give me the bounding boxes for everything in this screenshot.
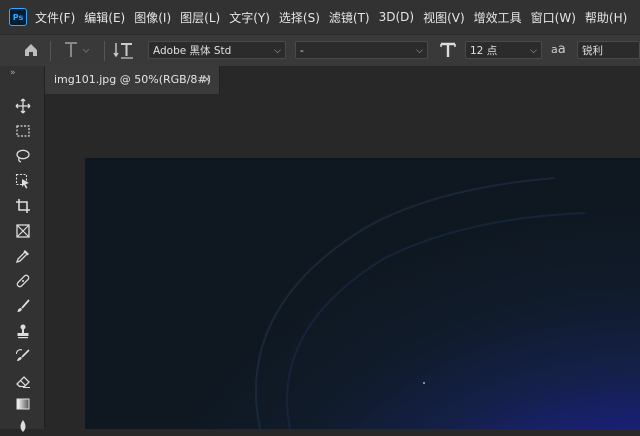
document-tab[interactable]: img101.jpg @ 50%(RGB/8#) × — [45, 66, 220, 94]
chevron-down-icon: ⌵ — [416, 46, 423, 56]
menu-3d[interactable]: 3D(D) — [379, 10, 414, 24]
toggle-text-orientation-icon[interactable] — [113, 40, 135, 64]
blur-tool-icon[interactable] — [12, 416, 34, 436]
brush-tool-icon[interactable] — [12, 296, 34, 316]
font-family-value: Adobe 黑体 Std — [153, 45, 232, 57]
menu-bar: Ps 文件(F) 编辑(E) 图像(I) 图层(L) 文字(Y) 选择(S) 滤… — [0, 0, 640, 34]
anti-alias-icon: aa — [551, 42, 566, 57]
crop-tool-icon[interactable] — [12, 196, 34, 216]
gradient-tool-icon[interactable] — [12, 394, 34, 414]
document-canvas[interactable] — [85, 158, 640, 429]
menu-edit[interactable]: 编辑(E) — [84, 9, 125, 26]
move-tool-icon[interactable] — [12, 96, 34, 116]
frame-tool-icon[interactable] — [12, 221, 34, 241]
eraser-tool-icon[interactable] — [12, 371, 34, 391]
workspace — [45, 94, 640, 429]
font-family-dropdown[interactable]: Adobe 黑体 Std ⌵ — [148, 41, 286, 59]
history-brush-tool-icon[interactable] — [12, 346, 34, 366]
healing-brush-tool-icon[interactable] — [12, 271, 34, 291]
chevron-down-icon: ⌵ — [530, 46, 537, 56]
close-icon[interactable]: × — [202, 72, 212, 86]
menu-window[interactable]: 窗口(W) — [531, 9, 576, 26]
menu-filter[interactable]: 滤镜(T) — [329, 9, 370, 26]
type-tool-preset-icon[interactable] — [62, 39, 92, 65]
menu-view[interactable]: 视图(V) — [423, 9, 465, 26]
chevron-down-icon: ⌵ — [274, 46, 281, 56]
menu-layer[interactable]: 图层(L) — [180, 9, 220, 26]
menu-type[interactable]: 文字(Y) — [229, 9, 270, 26]
font-size-icon — [438, 40, 458, 64]
menu-select[interactable]: 选择(S) — [279, 9, 320, 26]
font-style-value: - — [300, 45, 304, 57]
menu-file[interactable]: 文件(F) — [35, 9, 75, 26]
collapse-panel-icon[interactable]: » — [10, 68, 16, 78]
anti-alias-value: 锐利 — [582, 45, 603, 57]
marquee-tool-icon[interactable] — [12, 121, 34, 141]
tools-panel: » — [0, 66, 45, 432]
menu-image[interactable]: 图像(I) — [134, 9, 171, 26]
menu-plugins[interactable]: 增效工具 — [474, 9, 522, 26]
lasso-tool-icon[interactable] — [12, 146, 34, 166]
menu-help[interactable]: 帮助(H) — [585, 9, 627, 26]
clone-stamp-tool-icon[interactable] — [12, 321, 34, 341]
options-bar: Adobe 黑体 Std ⌵ - ⌵ 12 点 ⌵ aa 锐利 — [0, 34, 640, 68]
home-icon[interactable] — [22, 41, 40, 63]
photoshop-logo: Ps — [9, 8, 27, 26]
document-tab-title: img101.jpg @ 50%(RGB/8#) — [54, 73, 211, 86]
font-style-dropdown[interactable]: - ⌵ — [295, 41, 428, 59]
font-size-dropdown[interactable]: 12 点 ⌵ — [465, 41, 542, 59]
object-selection-tool-icon[interactable] — [12, 171, 34, 191]
font-size-value: 12 点 — [470, 45, 498, 57]
eyedropper-tool-icon[interactable] — [12, 246, 34, 266]
document-tab-bar: img101.jpg @ 50%(RGB/8#) × — [45, 66, 640, 94]
anti-alias-dropdown[interactable]: 锐利 — [577, 41, 640, 59]
